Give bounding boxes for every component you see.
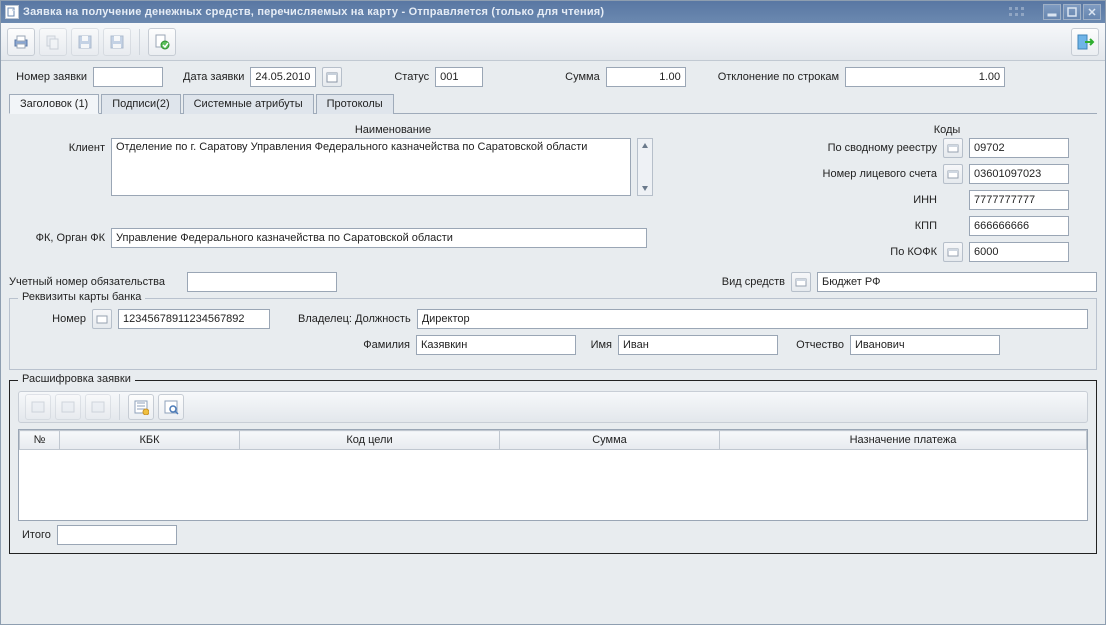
client-scrollbar[interactable] xyxy=(637,138,653,196)
detail-grid[interactable]: № КБК Код цели Сумма Назначение платежа xyxy=(18,429,1088,521)
svod-label: По сводному реестру xyxy=(797,142,937,154)
acct-input[interactable] xyxy=(969,164,1069,184)
fk-label: ФК, Орган ФК xyxy=(9,232,105,244)
detail-group: Расшифровка заявки № КБК xyxy=(9,380,1097,554)
tab-signatures[interactable]: Подписи(2) xyxy=(101,94,180,114)
table-header-row: № КБК Код цели Сумма Назначение платежа xyxy=(20,431,1087,450)
funds-lookup-button[interactable] xyxy=(791,272,811,292)
fk-input[interactable] xyxy=(111,228,647,248)
obligation-input[interactable] xyxy=(187,272,337,292)
lastname-label: Фамилия xyxy=(294,339,410,351)
funds-input[interactable] xyxy=(817,272,1097,292)
col-sum[interactable]: Сумма xyxy=(500,431,720,450)
codes-header: Коды xyxy=(797,122,1097,138)
card-legend: Реквизиты карты банка xyxy=(18,291,145,303)
inn-label: ИНН xyxy=(797,194,937,206)
titlebar-pattern-icon xyxy=(1003,1,1041,23)
acct-lookup-button[interactable] xyxy=(943,164,963,184)
owner-label: Владелец: Должность xyxy=(298,313,411,325)
kpp-label: КПП xyxy=(797,220,937,232)
calendar-button[interactable] xyxy=(322,67,342,87)
print-button[interactable] xyxy=(7,28,35,56)
date-label: Дата заявки xyxy=(183,71,244,83)
name-header: Наименование xyxy=(9,122,777,138)
deviation-input[interactable] xyxy=(845,67,1005,87)
totals-input[interactable] xyxy=(57,525,177,545)
firstname-input[interactable] xyxy=(618,335,778,355)
col-payment-purpose[interactable]: Назначение платежа xyxy=(720,431,1087,450)
sum-label: Сумма xyxy=(565,71,600,83)
firstname-label: Имя xyxy=(582,339,612,351)
grid-body[interactable] xyxy=(19,450,1087,520)
tab-header[interactable]: Заголовок (1) xyxy=(9,94,99,114)
grid-refresh-button[interactable] xyxy=(128,394,154,420)
card-group: Реквизиты карты банка Номер Владелец: До… xyxy=(9,298,1097,370)
grid-edit-button xyxy=(55,394,81,420)
kofk-input[interactable] xyxy=(969,242,1069,262)
number-input[interactable] xyxy=(93,67,163,87)
window-title: Заявка на получение денежных средств, пе… xyxy=(23,6,604,18)
tabs: Заголовок (1) Подписи(2) Системные атриб… xyxy=(9,93,1097,114)
client-textarea[interactable]: Отделение по г. Саратову Управления Феде… xyxy=(111,138,631,196)
col-purpose-code[interactable]: Код цели xyxy=(240,431,500,450)
grid-delete-button xyxy=(85,394,111,420)
save-as-button xyxy=(103,28,131,56)
maximize-button[interactable] xyxy=(1063,4,1081,20)
funds-label: Вид средств xyxy=(722,276,785,288)
svod-input[interactable] xyxy=(969,138,1069,158)
patronymic-label: Отчество xyxy=(784,339,844,351)
svod-lookup-button[interactable] xyxy=(943,138,963,158)
kofk-lookup-button[interactable] xyxy=(943,242,963,262)
status-input[interactable] xyxy=(435,67,483,87)
close-button[interactable] xyxy=(1083,4,1101,20)
tab-protocols[interactable]: Протоколы xyxy=(316,94,394,114)
card-number-input[interactable] xyxy=(118,309,270,329)
grid-toolbar xyxy=(18,391,1088,423)
client-label: Клиент xyxy=(9,138,105,154)
sum-input[interactable] xyxy=(606,67,686,87)
patronymic-input[interactable] xyxy=(850,335,1000,355)
detail-legend: Расшифровка заявки xyxy=(18,373,135,385)
obligation-label: Учетный номер обязательства xyxy=(9,276,181,288)
minimize-button[interactable] xyxy=(1043,4,1061,20)
acct-label: Номер лицевого счета xyxy=(797,168,937,180)
tab-system-attributes[interactable]: Системные атрибуты xyxy=(183,94,314,114)
totals-row: Итого xyxy=(18,521,1088,545)
inn-input[interactable] xyxy=(969,190,1069,210)
grid-search-button[interactable] xyxy=(158,394,184,420)
card-number-label: Номер xyxy=(18,313,86,325)
exit-button[interactable] xyxy=(1071,28,1099,56)
kpp-input[interactable] xyxy=(969,216,1069,236)
copy-button xyxy=(39,28,67,56)
titlebar: Заявка на получение денежных средств, пе… xyxy=(1,1,1105,23)
header-row: Номер заявки Дата заявки Статус Сумма От… xyxy=(9,67,1097,87)
number-label: Номер заявки xyxy=(9,71,87,83)
deviation-label: Отклонение по строкам xyxy=(718,71,839,83)
owner-input[interactable] xyxy=(417,309,1088,329)
approve-button[interactable] xyxy=(148,28,176,56)
col-number[interactable]: № xyxy=(20,431,60,450)
totals-label: Итого xyxy=(22,529,51,541)
kofk-label: По КОФК xyxy=(797,246,937,258)
status-label: Статус xyxy=(394,71,429,83)
col-kbk[interactable]: КБК xyxy=(60,431,240,450)
lastname-input[interactable] xyxy=(416,335,576,355)
grid-add-button xyxy=(25,394,51,420)
save-button xyxy=(71,28,99,56)
document-icon xyxy=(5,5,19,19)
date-input[interactable] xyxy=(250,67,316,87)
main-toolbar xyxy=(1,23,1105,61)
card-number-lookup-button[interactable] xyxy=(92,309,112,329)
